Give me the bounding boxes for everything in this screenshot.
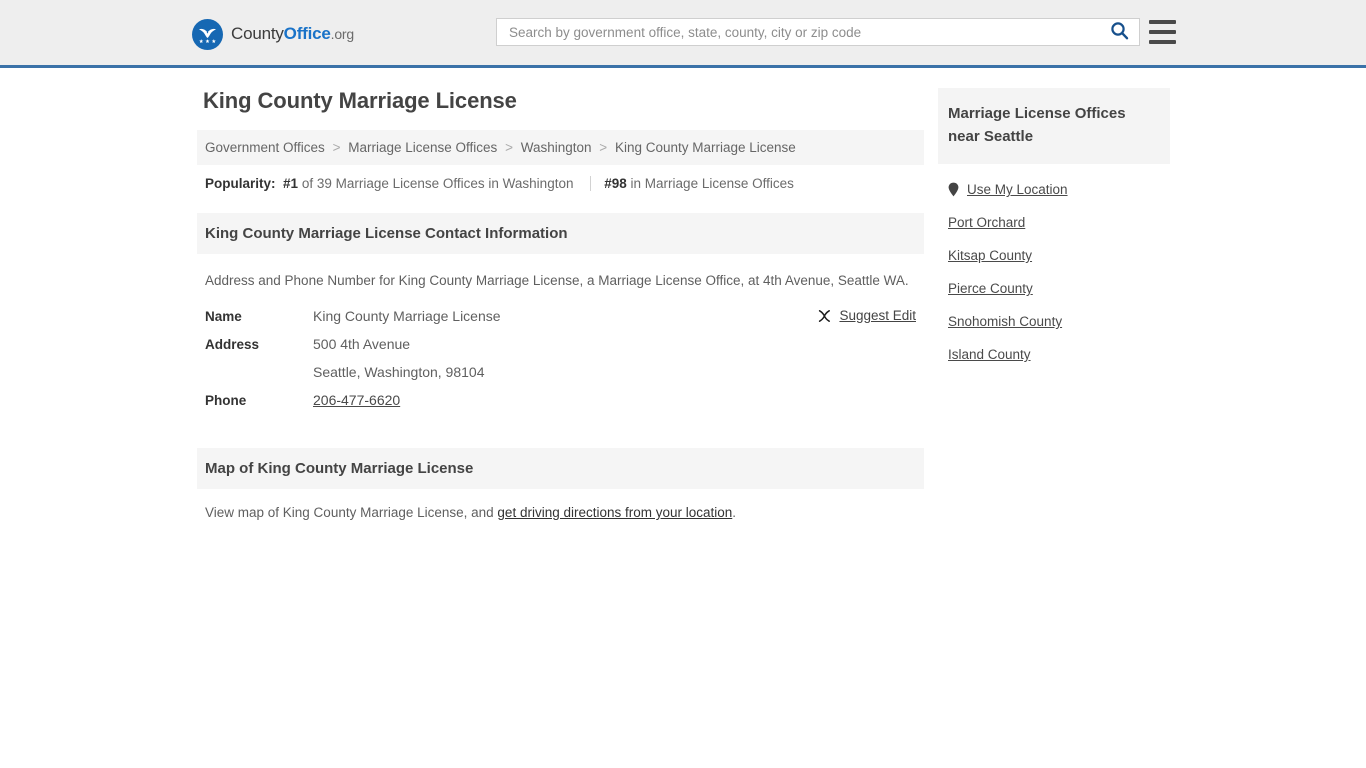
sidebar-link-pierce-county[interactable]: Pierce County (948, 281, 1033, 296)
hamburger-menu-icon[interactable] (1149, 19, 1176, 45)
sidebar-link-island-county[interactable]: Island County (948, 347, 1031, 362)
detail-value-address-line2: Seattle, Washington, 98104 (313, 364, 485, 380)
map-pin-icon (948, 182, 959, 197)
popularity-national-text: in Marriage License Offices (630, 176, 794, 191)
map-note-prefix: View map of King County Marriage License… (205, 505, 498, 520)
breadcrumb: Government Offices > Marriage License Of… (197, 130, 924, 165)
suggest-edit-link[interactable]: Suggest Edit (839, 308, 916, 323)
edit-pencil-icon (818, 309, 832, 323)
breadcrumb-item-marriage-license-offices[interactable]: Marriage License Offices (348, 140, 497, 155)
map-note: View map of King County Marriage License… (205, 505, 916, 520)
detail-row-name: Name King County Marriage License (205, 308, 916, 324)
breadcrumb-item-current: King County Marriage License (614, 140, 796, 155)
sidebar-title: Marriage License Offices near Seattle (938, 88, 1170, 164)
eagle-stars-emblem-icon (192, 18, 223, 50)
sidebar-item-pierce-county[interactable]: Pierce County (948, 271, 1160, 304)
detail-key-name: Name (205, 309, 242, 324)
detail-row-address: Address 500 4th Avenue (205, 336, 916, 352)
detail-row-phone: Phone 206-477-6620 (205, 392, 916, 408)
suggest-edit[interactable]: Suggest Edit (818, 308, 916, 323)
breadcrumb-separator: > (505, 140, 513, 155)
search-button[interactable] (1099, 19, 1139, 45)
site-logo-text: CountyOffice.org (231, 18, 354, 50)
map-section-body: View map of King County Marriage License… (197, 505, 924, 520)
phone-link[interactable]: 206-477-6620 (313, 392, 400, 408)
popularity-state-text: of 39 Marriage License Offices in Washin… (301, 176, 574, 191)
popularity-divider (590, 176, 592, 191)
search-input[interactable] (497, 19, 1099, 45)
map-section-header: Map of King County Marriage License (197, 448, 924, 489)
sidebar-item-snohomish-county[interactable]: Snohomish County (948, 304, 1160, 337)
breadcrumb-item-washington[interactable]: Washington (521, 140, 592, 155)
popularity-label: Popularity: (205, 176, 276, 191)
breadcrumb-item-government-offices[interactable]: Government Offices (205, 140, 325, 155)
logo-text-office: Office (283, 24, 331, 43)
sidebar-item-port-orchard[interactable]: Port Orchard (948, 205, 1160, 238)
driving-directions-link[interactable]: get driving directions from your locatio… (497, 505, 732, 520)
sidebar: Marriage License Offices near Seattle Us… (938, 88, 1170, 370)
contact-intro-text: Address and Phone Number for King County… (205, 273, 909, 288)
detail-value-phone: 206-477-6620 (313, 392, 400, 408)
sidebar-link-snohomish-county[interactable]: Snohomish County (948, 314, 1062, 329)
page-title: King County Marriage License (203, 88, 517, 113)
search-bar (496, 18, 1140, 46)
contact-detail-table: Suggest Edit Name King County Marriage L… (205, 308, 916, 408)
map-note-suffix: . (732, 505, 737, 520)
site-logo[interactable]: CountyOffice.org (192, 18, 354, 50)
sidebar-item-use-my-location[interactable]: Use My Location (948, 164, 1160, 205)
sidebar-item-island-county[interactable]: Island County (948, 337, 1160, 370)
popularity-state-rank: #1 (283, 176, 299, 191)
sidebar-nearby-list: Use My Location Port Orchard Kitsap Coun… (938, 164, 1170, 370)
hamburger-bar (1149, 30, 1176, 34)
detail-row-address-line2: Seattle, Washington, 98104 (205, 364, 916, 380)
sidebar-link-kitsap-county[interactable]: Kitsap County (948, 248, 1032, 263)
contact-section-header: King County Marriage License Contact Inf… (197, 213, 924, 254)
use-my-location-link[interactable]: Use My Location (967, 182, 1068, 197)
popularity-national-rank: #98 (604, 176, 627, 191)
site-header: CountyOffice.org (0, 0, 1366, 68)
detail-key-phone: Phone (205, 393, 247, 408)
contact-section-body: Address and Phone Number for King County… (197, 270, 924, 408)
sidebar-link-port-orchard[interactable]: Port Orchard (948, 215, 1025, 230)
detail-value-name: King County Marriage License (313, 308, 501, 324)
breadcrumb-separator: > (599, 140, 608, 155)
logo-text-county: County (231, 24, 284, 43)
breadcrumb-separator: > (332, 140, 341, 155)
main-content-column: King County Marriage License Government … (197, 88, 924, 520)
detail-value-address-line1: 500 4th Avenue (313, 336, 411, 352)
search-icon (1110, 21, 1129, 43)
sidebar-item-kitsap-county[interactable]: Kitsap County (948, 238, 1160, 271)
logo-text-org: .org (330, 26, 355, 42)
hamburger-bar (1149, 40, 1176, 44)
detail-key-address: Address (205, 337, 260, 352)
hamburger-bar (1149, 20, 1176, 24)
popularity-row: Popularity: #1 of 39 Marriage License Of… (197, 165, 924, 201)
